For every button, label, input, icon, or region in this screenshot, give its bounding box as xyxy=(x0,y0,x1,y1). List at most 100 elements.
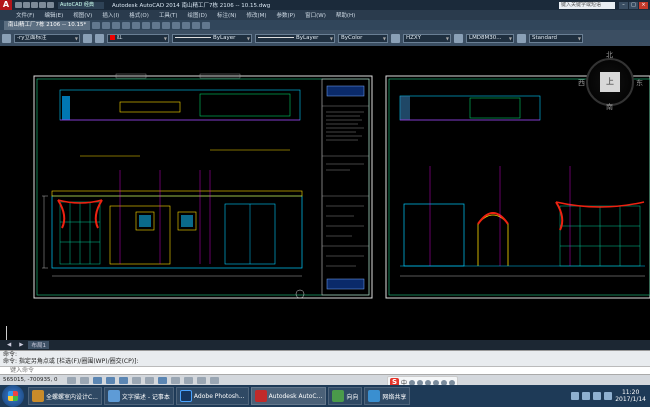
menu-format[interactable]: 格式(O) xyxy=(129,11,149,19)
layer-manager-icon[interactable] xyxy=(2,33,11,43)
open-icon[interactable] xyxy=(23,2,30,8)
clock[interactable]: 11:20 2017/1/14 xyxy=(615,389,646,403)
autocad-logo-icon[interactable]: A xyxy=(0,0,12,10)
tool-icon[interactable] xyxy=(152,21,161,29)
tab-layout1[interactable]: 布局1 xyxy=(28,341,49,349)
linetype-dropdown[interactable]: ByLayer ▼ xyxy=(172,33,252,43)
tab-document[interactable]: 南山精工厂7栋 2106 -- 10.15* xyxy=(4,20,91,30)
menu-tools[interactable]: 工具(T) xyxy=(159,11,178,19)
minimize-button[interactable]: – xyxy=(619,1,628,9)
menu-parametric[interactable]: 参数(P) xyxy=(277,11,296,19)
menu-window[interactable]: 窗口(W) xyxy=(305,11,326,19)
text-style-icon[interactable] xyxy=(391,33,400,43)
new-icon[interactable] xyxy=(15,2,22,8)
tool-icon[interactable] xyxy=(112,21,121,29)
search-input[interactable]: 键入关键字或短语 xyxy=(559,1,615,9)
taskbar-item-notepad[interactable]: 文字描述 - 记事本 xyxy=(103,387,174,405)
viewcube[interactable]: 上 北 南 东 西 xyxy=(578,50,643,112)
taskbar-item-label: 全螺螺室内设计C... xyxy=(46,393,98,401)
next-tab-arrow-icon[interactable]: ▶ xyxy=(16,342,26,348)
tool-icon[interactable] xyxy=(202,21,211,29)
menu-view[interactable]: 视图(V) xyxy=(73,11,92,19)
menu-file[interactable]: 文件(F) xyxy=(16,11,34,19)
layer-match-icon[interactable] xyxy=(95,33,104,43)
viewcube-top-face[interactable]: 上 xyxy=(600,72,620,92)
tool-icon[interactable] xyxy=(102,21,111,29)
color-dropdown[interactable]: 红 ▼ xyxy=(107,33,169,43)
lineweight-value: ByLayer xyxy=(296,34,319,41)
compass-south[interactable]: 南 xyxy=(606,102,613,112)
tool-icon[interactable] xyxy=(172,21,181,29)
taskbar-item-label: Autodesk AutoC... xyxy=(268,392,323,400)
prev-tab-arrow-icon[interactable]: ◀ xyxy=(4,342,14,348)
menu-dimension[interactable]: 标注(N) xyxy=(217,11,236,19)
workspace-select[interactable]: AutoCAD 经典 xyxy=(58,1,104,9)
tool-icon[interactable] xyxy=(92,21,101,29)
dimstyle-dropdown[interactable]: LMD8M30... ▼ xyxy=(466,33,514,43)
window-controls: – □ × xyxy=(619,1,648,9)
table-style-icon[interactable] xyxy=(517,33,526,43)
tool-icon[interactable] xyxy=(192,21,201,29)
tool-icon[interactable] xyxy=(122,21,131,29)
network-share-icon xyxy=(368,390,381,402)
linetype-preview-icon xyxy=(175,36,211,38)
tool-icon[interactable] xyxy=(182,21,191,29)
taskbar-item-photoshop[interactable]: Adobe Photosh... xyxy=(175,387,249,405)
network-icon[interactable] xyxy=(593,392,602,400)
cad-drawing xyxy=(33,73,650,299)
compass-west[interactable]: 西 xyxy=(578,78,585,88)
command-history-line: 命令: xyxy=(3,351,18,358)
undo-icon[interactable] xyxy=(39,2,46,8)
save-icon[interactable] xyxy=(31,2,38,8)
window-title: Autodesk AutoCAD 2014 南山精工厂7栋 2106 -- 10… xyxy=(112,3,271,9)
grid-icon[interactable] xyxy=(80,376,89,384)
color-swatch-icon xyxy=(110,34,115,40)
quick-properties-icon[interactable] xyxy=(197,376,206,384)
tool-icon[interactable] xyxy=(142,21,151,29)
tool-icon[interactable] xyxy=(162,21,171,29)
taskbar-item-autocad[interactable]: Autodesk AutoC... xyxy=(250,387,327,405)
lineweight-preview-icon xyxy=(258,36,294,38)
layer-dropdown[interactable]: -ry立面标注 ▼ xyxy=(14,33,80,43)
drawing-canvas[interactable]: 上 北 南 东 西 xyxy=(0,46,650,350)
selection-cycling-icon[interactable] xyxy=(210,376,219,384)
tray-icon[interactable] xyxy=(582,392,591,400)
dyn-icon[interactable] xyxy=(158,376,167,384)
lineweight-dropdown[interactable]: ByLayer ▼ xyxy=(255,33,335,43)
otrack-icon[interactable] xyxy=(132,376,141,384)
menu-edit[interactable]: 编辑(E) xyxy=(44,11,63,19)
menu-draw[interactable]: 绘图(D) xyxy=(188,11,208,19)
compass-east[interactable]: 东 xyxy=(636,78,643,88)
tool-icon[interactable] xyxy=(132,21,141,29)
notepad-icon xyxy=(107,390,120,402)
lineweight-toggle-icon[interactable] xyxy=(171,376,180,384)
ducs-icon[interactable] xyxy=(145,376,154,384)
menu-insert[interactable]: 插入(I) xyxy=(102,11,119,19)
transparency-icon[interactable] xyxy=(184,376,193,384)
menu-modify[interactable]: 修改(M) xyxy=(246,11,266,19)
dimstyle-value: LMD8M30... xyxy=(469,34,502,41)
tray-icon[interactable] xyxy=(571,392,580,400)
redo-icon[interactable] xyxy=(47,2,54,8)
dim-style-icon[interactable] xyxy=(454,33,463,43)
snap-icon[interactable] xyxy=(67,376,76,384)
start-button[interactable] xyxy=(2,385,24,407)
tablestyle-dropdown[interactable]: Standard ▼ xyxy=(529,33,583,43)
textstyle-dropdown[interactable]: HZXY ▼ xyxy=(403,33,451,43)
taskbar-item-chat[interactable]: 向向 xyxy=(328,387,363,405)
maximize-button[interactable]: □ xyxy=(629,1,638,9)
volume-icon[interactable] xyxy=(604,392,613,400)
taskbar-item-network[interactable]: 网络共享 xyxy=(364,387,411,405)
menu-help[interactable]: 帮助(H) xyxy=(336,11,355,19)
command-input[interactable]: 键入命令 xyxy=(0,366,650,374)
polar-icon[interactable] xyxy=(106,376,115,384)
compass-north[interactable]: 北 xyxy=(606,50,613,60)
osnap-icon[interactable] xyxy=(119,376,128,384)
close-button[interactable]: × xyxy=(639,1,648,9)
ortho-icon[interactable] xyxy=(93,376,102,384)
plotstyle-dropdown[interactable]: ByColor ▼ xyxy=(338,33,388,43)
taskbar-item-design[interactable]: 全螺螺室内设计C... xyxy=(28,387,102,405)
toolbar-strip: 南山精工厂7栋 2106 -- 10.15* xyxy=(0,20,650,30)
status-bar: 565015, -700935, 0 xyxy=(0,374,650,385)
layer-previous-icon[interactable] xyxy=(83,33,92,43)
